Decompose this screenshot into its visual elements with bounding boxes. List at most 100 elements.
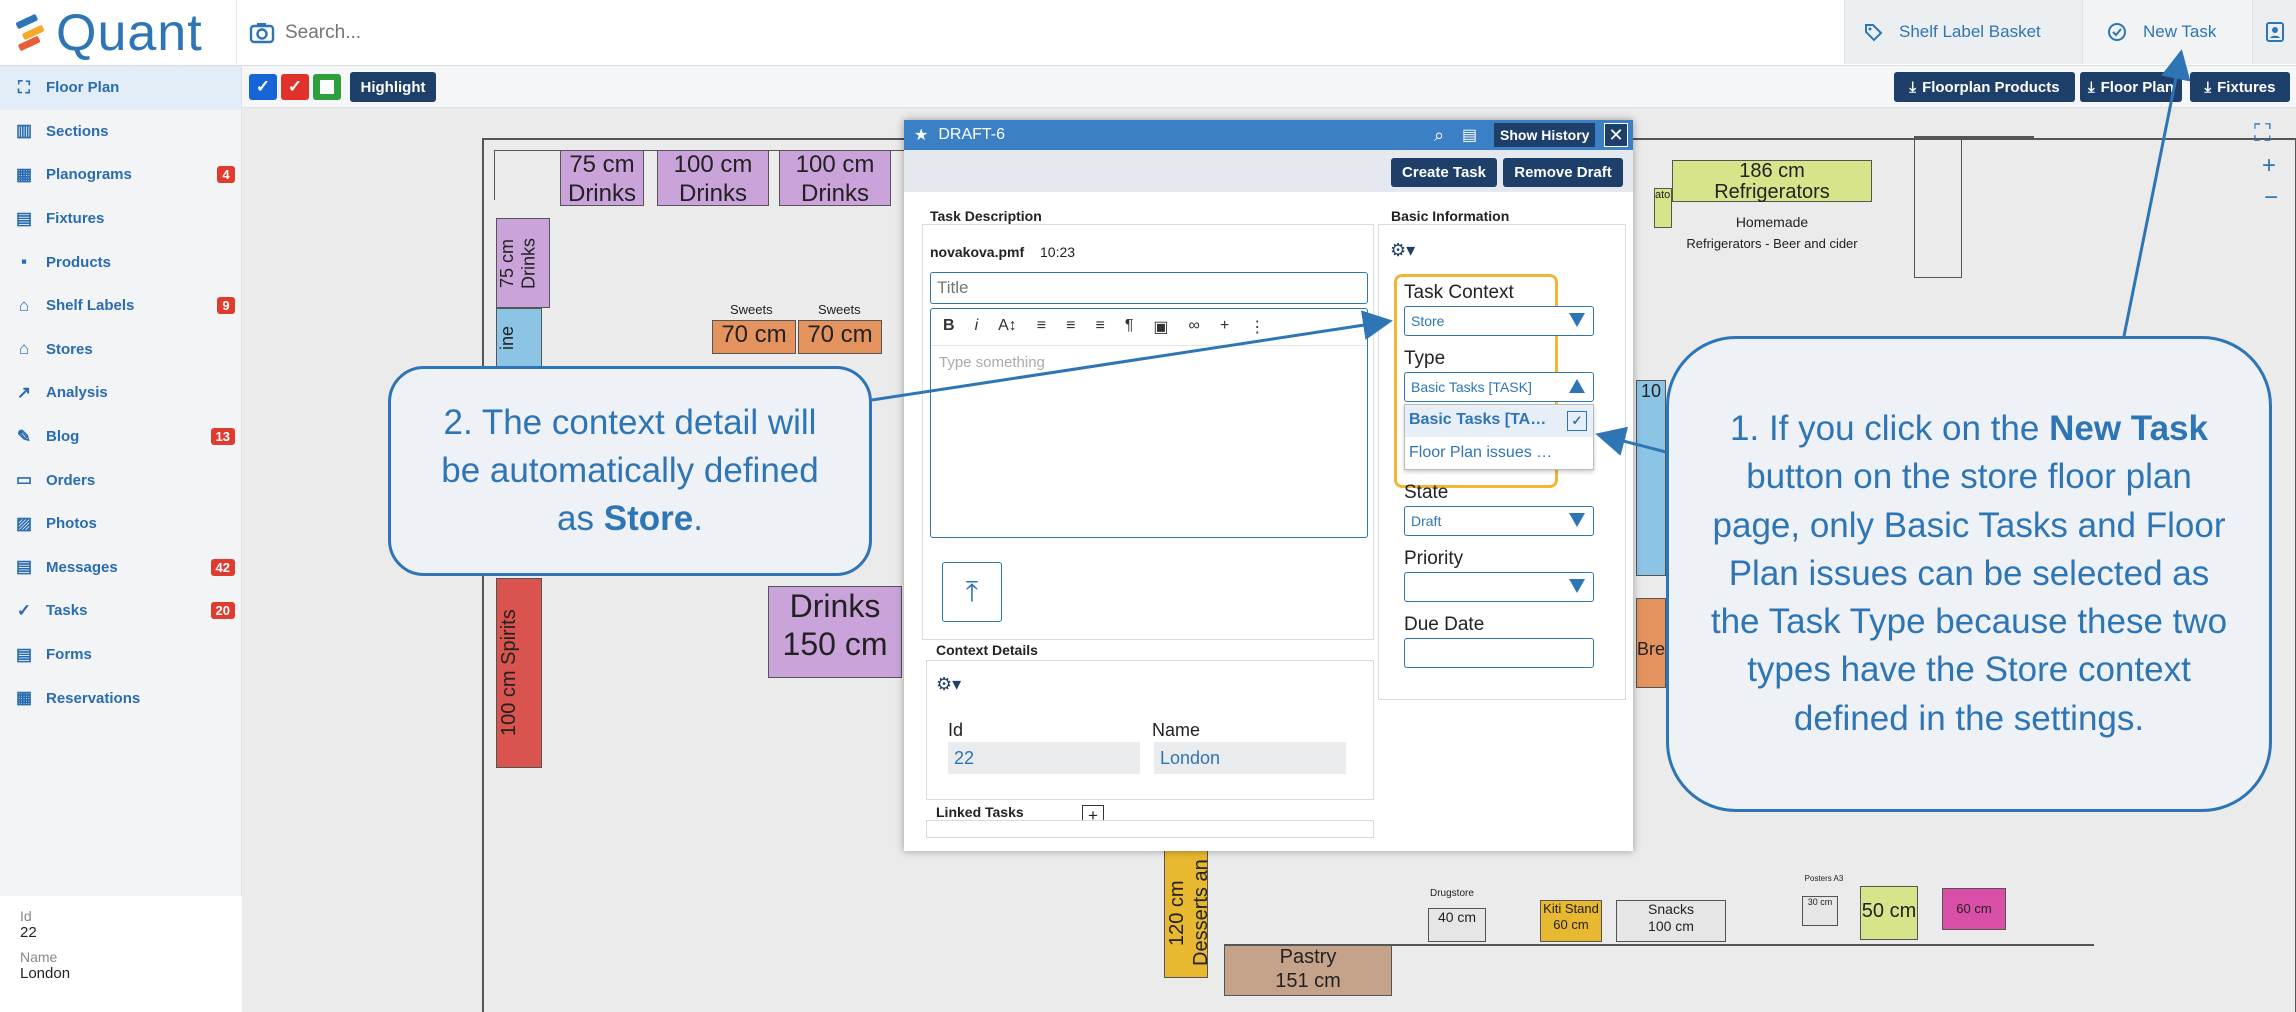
search-input[interactable] (285, 22, 785, 44)
sidebar-item-stores[interactable]: ⌂ Stores (0, 328, 241, 372)
fit-screen-icon[interactable]: ⛶ (2254, 120, 2271, 148)
floorplan-products-button[interactable]: ⤓ Floorplan Products (1894, 72, 2075, 102)
red-check-toggle[interactable]: ✓ (281, 74, 309, 100)
star-icon[interactable]: ★ (914, 125, 928, 145)
fixtures-export-button[interactable]: ⤓ Fixtures (2190, 72, 2290, 102)
fixture-spirits[interactable]: 100 cm Spirits (496, 578, 542, 768)
fixture-drugstore-40[interactable]: 40 cm (1428, 908, 1486, 942)
check-circle-icon (2108, 23, 2126, 41)
sidebar-item-fixtures[interactable]: ▤ Fixtures (0, 197, 241, 241)
store-id-value: 22 (20, 924, 37, 941)
fixture-label: 70 cm (807, 321, 873, 348)
italic-icon[interactable]: i (975, 317, 979, 337)
show-history-button[interactable]: Show History (1494, 123, 1596, 147)
sidebar-item-orders[interactable]: ▭ Orders (0, 458, 241, 502)
green-square-toggle[interactable] (313, 74, 341, 100)
task-body-editor[interactable]: Bi A↕ ≡ ≡ ≡ ¶ ▣ ∞ + ⋮ Type something (930, 308, 1368, 538)
fixture-refrigerators-186[interactable]: 186 cm Refrigerators (1672, 160, 1872, 203)
align-left-icon[interactable]: ≡ (1037, 317, 1046, 337)
link-icon[interactable]: ∞ (1189, 317, 1200, 337)
bold-icon[interactable]: B (943, 317, 955, 337)
fixtures-icon: ▤ (15, 208, 33, 228)
fixture-fragment[interactable]: ators (1654, 188, 1672, 228)
settings-icon[interactable]: ⚙▾ (1390, 240, 1415, 261)
type-select[interactable]: Basic Tasks [TASK] (1404, 372, 1594, 402)
type-option-floor-plan-issues[interactable]: Floor Plan issues … (1405, 437, 1593, 469)
fixture-label: Pastry 151 cm (1275, 946, 1341, 992)
fixture-bread[interactable]: Bre (1636, 598, 1666, 688)
sidebar-item-floor-plan[interactable]: ⛶ Floor Plan (0, 66, 241, 110)
fixture-refrigerator-50[interactable]: 50 cm (1860, 886, 1918, 940)
sidebar-item-analysis[interactable]: ↗ Analysis (0, 371, 241, 415)
fixture-posters[interactable]: 30 cm (1802, 896, 1838, 926)
task-context-select[interactable]: Store (1404, 306, 1594, 336)
sidebar-item-photos[interactable]: ▨ Photos (0, 502, 241, 546)
priority-select[interactable] (1404, 572, 1594, 602)
new-task-button[interactable]: New Task (2082, 0, 2252, 64)
font-size-icon[interactable]: A↕ (998, 317, 1017, 337)
image-icon[interactable]: ▣ (1153, 317, 1168, 337)
align-center-icon[interactable]: ≡ (1066, 317, 1075, 337)
fixture-kiti-stand[interactable]: Kiti Stand 60 cm (1540, 900, 1602, 942)
app-logo[interactable]: Quant (14, 4, 203, 62)
sidebar-item-sections[interactable]: ▥ Sections (0, 110, 241, 154)
fixture-drinks-100b[interactable]: 100 cm Drinks (779, 150, 891, 207)
sidebar: ⛶ Floor Plan ▥ Sections ▦ Planograms 4 ▤ Fixture… (0, 66, 242, 1012)
close-icon[interactable]: ✕ (1604, 123, 1628, 147)
state-select[interactable]: Draft (1404, 506, 1594, 536)
remove-draft-button[interactable]: Remove Draft (1503, 158, 1623, 187)
camera-icon[interactable] (249, 21, 275, 45)
more-icon[interactable]: ⋮ (1249, 317, 1265, 337)
forms-icon: ▤ (15, 644, 33, 664)
fixture-drinks-75[interactable]: 75 cm Drinks (560, 150, 644, 207)
fixture-sweets-70b[interactable]: 70 cm (798, 320, 882, 354)
sidebar-item-blog[interactable]: ✎ Blog 13 (0, 415, 241, 459)
fixture-drinks-150[interactable]: Drinks 150 cm (768, 586, 902, 678)
fixture-label: ine (497, 325, 517, 351)
select-all-checkbox[interactable]: ✓ (249, 74, 277, 100)
insert-icon[interactable]: + (1220, 317, 1229, 337)
fixture-pastry[interactable]: Pastry 151 cm (1224, 944, 1392, 996)
sidebar-item-products[interactable]: ▪ Products (0, 240, 241, 284)
caret-up-icon (1569, 379, 1585, 393)
fixture-desserts[interactable]: 120 cm Desserts an (1164, 848, 1212, 978)
floor-plan-export-button[interactable]: ⤓ Floor Plan (2080, 72, 2182, 102)
sidebar-item-shelf-labels[interactable]: ⌂ Shelf Labels 9 (0, 284, 241, 328)
fixture-label: Spirits (498, 609, 520, 666)
fixture-freezer-60[interactable]: 60 cm (1942, 888, 2006, 930)
notes-icon[interactable]: ▤ (1462, 125, 1477, 145)
type-option-basic-tasks[interactable]: Basic Tasks [TA… ✓ (1405, 405, 1593, 437)
fixture-label: 10 (1640, 381, 1662, 401)
fixture-snacks[interactable]: Snacks 100 cm (1616, 900, 1726, 942)
fixture-drinks-100a[interactable]: 100 cm Drinks (657, 150, 769, 207)
zoom-out-icon[interactable]: − (2264, 184, 2278, 212)
sidebar-item-messages[interactable]: ▤ Messages 42 (0, 546, 241, 590)
zoom-in-icon[interactable]: + (2262, 152, 2276, 180)
callout-bold-text: New Task (2049, 408, 2208, 448)
paragraph-icon[interactable]: ¶ (1125, 317, 1134, 337)
fixture-wine[interactable]: ine (496, 308, 542, 368)
sidebar-item-planograms[interactable]: ▦ Planograms 4 (0, 153, 241, 197)
due-date-input[interactable] (1404, 638, 1594, 668)
search-bar[interactable] (236, 0, 1836, 66)
upload-icon[interactable]: ⤒ (942, 562, 1002, 622)
messages-icon: ▤ (15, 557, 33, 577)
sidebar-item-label: Products (46, 253, 112, 271)
fixture-drinks-75-vertical[interactable]: 75 cm Drinks (496, 218, 550, 308)
create-task-button[interactable]: Create Task (1391, 158, 1497, 187)
sidebar-item-reservations[interactable]: ▦ Reservations (0, 676, 241, 720)
fixture-baking[interactable]: 10 (1636, 380, 1666, 576)
quant-logo-icon (15, 14, 45, 51)
context-settings-icon[interactable]: ⚙▾ (936, 674, 961, 695)
sidebar-item-forms[interactable]: ▤ Forms (0, 633, 241, 677)
sidebar-store-info: Id 22 Name London (0, 896, 242, 1012)
preview-icon[interactable]: ⌕ (1434, 125, 1444, 146)
sidebar-item-tasks[interactable]: ✓ Tasks 20 (0, 589, 241, 633)
profile-button[interactable] (2252, 0, 2296, 64)
fixture-sweets-70a[interactable]: 70 cm (712, 320, 796, 354)
fixture-label: 70 cm (721, 321, 787, 348)
shelf-label-basket-button[interactable]: Shelf Label Basket (1844, 0, 2082, 64)
task-title-input[interactable] (930, 272, 1368, 304)
align-right-icon[interactable]: ≡ (1095, 317, 1104, 337)
highlight-button[interactable]: Highlight (350, 72, 436, 102)
